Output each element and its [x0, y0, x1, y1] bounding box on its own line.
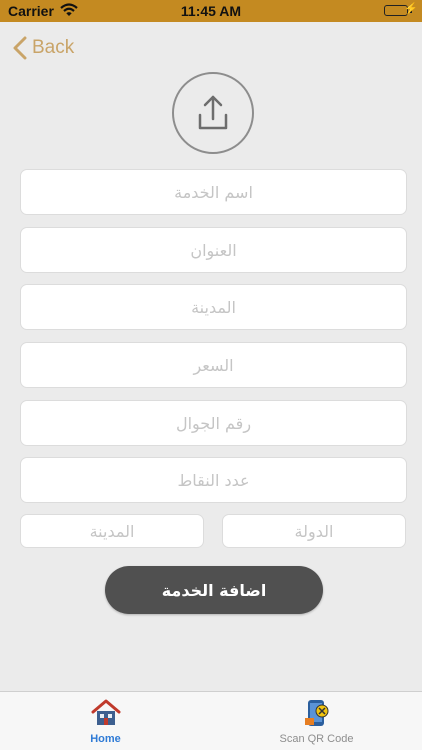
home-icon	[90, 698, 122, 728]
chevron-left-icon	[13, 36, 27, 60]
tab-scan-qr[interactable]: Scan QR Code	[211, 692, 422, 750]
upload-icon	[198, 95, 228, 130]
city-name-field[interactable]: المدينة	[20, 284, 407, 330]
city-select[interactable]: المدينة	[20, 514, 204, 548]
back-button[interactable]: Back	[12, 34, 74, 62]
tab-scan-qr-label: Scan QR Code	[279, 733, 354, 745]
tab-home-label: Home	[90, 733, 121, 745]
status-bar: Carrier 11:45 AM ⚡	[0, 0, 422, 22]
back-label: Back	[32, 37, 75, 58]
upload-button[interactable]	[172, 72, 254, 154]
charging-icon: ⚡	[404, 3, 418, 15]
qr-scan-icon	[301, 698, 333, 728]
country-select[interactable]: الدولة	[222, 514, 406, 548]
tab-home[interactable]: Home	[0, 692, 211, 750]
status-time: 11:45 AM	[180, 3, 242, 19]
add-service-button[interactable]: اضافة الخدمة	[105, 566, 323, 614]
price-field[interactable]: السعر	[20, 342, 407, 388]
tab-bar: Home Scan QR Code	[0, 691, 422, 750]
address-field[interactable]: العنوان	[20, 227, 407, 273]
mobile-number-field[interactable]: رقم الجوال	[20, 400, 407, 446]
service-name-field[interactable]: اسم الخدمة	[20, 169, 407, 215]
points-count-field[interactable]: عدد النقاط	[20, 457, 407, 503]
